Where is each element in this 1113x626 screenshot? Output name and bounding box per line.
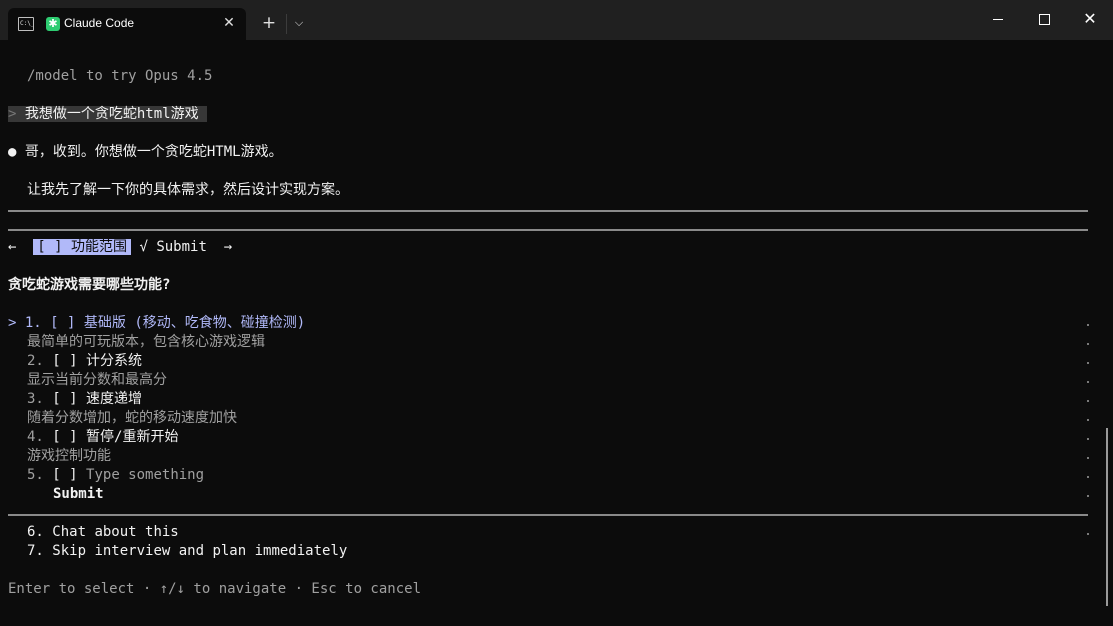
option-checkbox[interactable]: [ ] [52,353,77,369]
divider [8,229,1088,231]
edge-mark [1087,324,1089,326]
option-checkbox[interactable]: [ ] [52,391,77,407]
option-description: 最简单的可玩版本，包含核心游戏逻辑 [27,334,265,350]
bullet-icon: ● [8,144,17,160]
option-3[interactable]: 3. [ ] 速度递增 [27,390,142,409]
option-number: 1. [24,315,42,331]
question-nav: ← [ ] 功能范围 √ Submit → [8,238,232,257]
option-6[interactable]: 6. Chat about this [27,523,179,542]
divider [8,514,1088,516]
footer-hint: Enter to select · ↑/↓ to navigate · Esc … [8,581,422,597]
option-5[interactable]: 5. [ ] Type something [27,466,204,485]
option-label: Skip interview and plan immediately [52,543,348,559]
option-description: 显示当前分数和最高分 [27,372,167,388]
option-input-placeholder[interactable]: Type something [86,467,204,483]
option-2[interactable]: 2. [ ] 计分系统 [27,352,142,371]
option-checkbox[interactable]: [ ] [50,315,75,331]
edge-mark [1087,438,1089,440]
tab-title: Claude Code [64,16,135,30]
close-icon: ✕ [1083,9,1097,28]
option-number: 3. [27,391,44,407]
minimize-icon [993,19,1003,20]
question-text: 贪吃蛇游戏需要哪些功能? [8,277,171,293]
option-checkbox[interactable]: [ ] [52,429,77,445]
option-1[interactable]: > 1. [ ] 基础版 (移动、吃食物、碰撞检测) [8,314,305,333]
option-number: 4. [27,429,44,445]
maximize-button[interactable] [1021,0,1067,40]
check-icon: √ [139,239,148,255]
option-label: Chat about this [52,524,179,540]
tab-submit[interactable]: Submit [156,239,207,255]
submit-button[interactable]: Submit [53,485,104,504]
edge-mark [1087,533,1089,535]
edge-mark [1087,400,1089,402]
title-bar: C:\_ ✱ Claude Code ✕ + ⌵ ✕ [0,0,1113,40]
tab-feature-scope[interactable]: [ ] 功能范围 [33,239,132,255]
reply-text-2: 让我先了解一下你的具体需求，然后设计实现方案。 [27,182,349,198]
tab-separator [286,14,287,34]
terminal-output[interactable]: /model to try Opus 4.5 > 我想做一个贪吃蛇html游戏 … [0,40,1113,626]
close-window-button[interactable]: ✕ [1067,0,1113,40]
prompt-caret: > [8,106,17,122]
option-number: 7. [27,543,44,559]
option-description: 随着分数增加，蛇的移动速度加快 [27,410,237,426]
claude-icon: ✱ [46,17,60,31]
option-number: 2. [27,353,44,369]
option-description: 游戏控制功能 [27,448,111,464]
terminal-tab[interactable]: C:\_ ✱ Claude Code ✕ [8,8,246,40]
option-label: 暂停/重新开始 [86,429,179,445]
close-tab-icon[interactable]: ✕ [220,13,238,33]
edge-mark [1087,362,1089,364]
selection-cursor: > [8,315,17,331]
divider [8,210,1088,212]
option-number: 5. [27,467,44,483]
option-7[interactable]: 7. Skip interview and plan immediately [27,542,347,561]
option-label: 速度递增 [86,391,143,407]
option-number: 6. [27,524,44,540]
right-arrow-icon[interactable]: → [224,239,232,255]
tab-dropdown-icon[interactable]: ⌵ [290,12,308,34]
reply-line-1: ● 哥，收到。你想做一个贪吃蛇HTML游戏。 [8,143,283,162]
new-tab-button[interactable]: + [258,12,280,34]
reply-text-1: 哥，收到。你想做一个贪吃蛇HTML游戏。 [24,144,283,160]
left-arrow-icon[interactable]: ← [8,239,16,255]
edge-mark [1087,343,1089,345]
maximize-icon [1039,14,1050,25]
option-4[interactable]: 4. [ ] 暂停/重新开始 [27,428,178,447]
user-prompt-line: > 我想做一个贪吃蛇html游戏 [8,105,207,124]
edge-mark [1087,381,1089,383]
edge-mark [1087,457,1089,459]
option-checkbox[interactable]: [ ] [52,467,77,483]
user-prompt: 我想做一个贪吃蛇html游戏 [24,106,199,122]
option-label: 基础版 (移动、吃食物、碰撞检测) [83,315,306,331]
terminal-icon: C:\_ [18,17,34,31]
option-label: 计分系统 [86,353,143,369]
edge-mark [1087,476,1089,478]
edge-mark [1087,419,1089,421]
edge-mark [1087,495,1089,497]
model-hint: /model to try Opus 4.5 [27,68,213,84]
scrollbar[interactable] [1106,428,1108,606]
minimize-button[interactable] [975,0,1021,40]
